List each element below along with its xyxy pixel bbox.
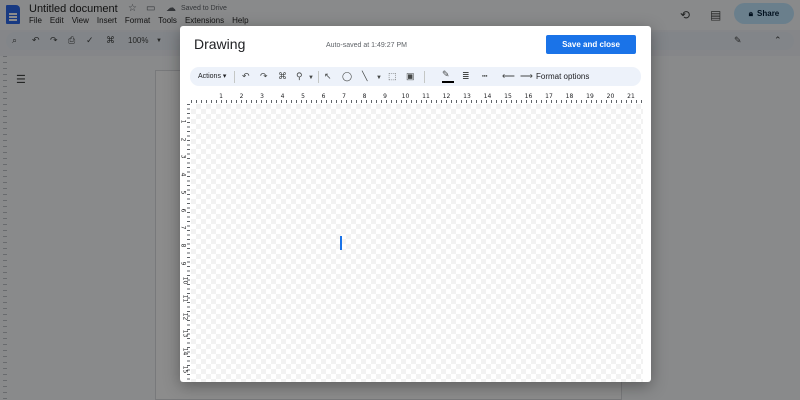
- ruler-number: 17: [545, 93, 553, 100]
- ruler-number: 13: [181, 330, 189, 338]
- ruler-number: 7: [180, 225, 187, 230]
- toolbar-divider: [318, 71, 319, 83]
- save-and-close-button[interactable]: Save and close: [546, 35, 636, 54]
- ruler-ticks: [187, 104, 190, 382]
- line-start-icon[interactable]: ⟵: [502, 71, 515, 82]
- ruler-number: 6: [321, 93, 326, 100]
- ruler-ticks: [191, 100, 643, 103]
- actions-label: Actions: [198, 73, 221, 80]
- ruler-number: 10: [181, 276, 189, 285]
- pen-icon[interactable]: ✎: [442, 69, 450, 80]
- actions-menu[interactable]: Actions ▾: [198, 72, 226, 80]
- drawing-canvas[interactable]: [191, 104, 643, 382]
- pen-color-indicator: [442, 81, 454, 83]
- ruler-number: 21: [627, 93, 635, 100]
- ruler-number: 2: [180, 137, 187, 142]
- format-options-button[interactable]: Format options: [536, 72, 589, 81]
- vertical-ruler: 1 2 3 4 5 6 7 8 9 10 11 12 13 14 15: [180, 104, 190, 382]
- line-weight-icon[interactable]: ≣: [462, 71, 470, 82]
- ruler-number: 11: [181, 294, 189, 303]
- ruler-number: 9: [180, 261, 187, 266]
- shape-icon[interactable]: ◯: [342, 71, 352, 82]
- zoom-dropdown-icon[interactable]: ▼: [308, 73, 314, 84]
- ruler-number: 10: [401, 93, 410, 100]
- ruler-number: 11: [422, 93, 430, 100]
- text-cursor: [340, 236, 342, 250]
- ruler-number: 1: [180, 119, 187, 124]
- ruler-number: 12: [442, 93, 451, 100]
- ruler-number: 6: [180, 208, 187, 212]
- ruler-number: 8: [362, 93, 367, 100]
- ruler-number: 15: [181, 365, 189, 374]
- ruler-number: 4: [280, 93, 285, 100]
- ruler-number: 8: [180, 243, 187, 248]
- ruler-number: 5: [180, 190, 187, 195]
- toolbar-divider: [234, 71, 235, 83]
- ruler-number: 2: [239, 93, 244, 100]
- drawing-dialog: Drawing Auto-saved at 1:49:27 PM Save an…: [180, 26, 651, 382]
- image-icon[interactable]: ▣: [406, 71, 415, 82]
- ruler-number: 7: [342, 93, 346, 100]
- line-icon[interactable]: ╲: [362, 71, 367, 82]
- ruler-number: 15: [504, 93, 512, 100]
- select-icon[interactable]: ↖: [324, 71, 332, 82]
- line-dropdown-icon[interactable]: ▼: [376, 73, 382, 84]
- ruler-number: 16: [524, 93, 533, 100]
- ruler-number: 14: [483, 93, 492, 100]
- redo-icon[interactable]: ↷: [260, 71, 268, 82]
- ruler-number: 14: [181, 347, 189, 356]
- line-dash-icon[interactable]: ┅: [482, 71, 487, 82]
- ruler-number: 3: [260, 93, 264, 100]
- ruler-number: 18: [565, 93, 574, 100]
- text-box-icon[interactable]: ⬚: [388, 71, 397, 82]
- ruler-number: 1: [219, 93, 223, 100]
- ruler-number: 13: [463, 93, 471, 100]
- ruler-number: 20: [606, 93, 615, 100]
- horizontal-ruler: 1 2 3 4 5 6 7 8 9 10 11 12 13 14 15 16 17 18 19 20 21: [191, 93, 643, 103]
- ruler-number: 12: [181, 312, 189, 321]
- paint-format-icon[interactable]: ⌘: [278, 71, 287, 82]
- zoom-icon[interactable]: ⚲: [296, 71, 303, 82]
- line-end-icon[interactable]: ⟶: [520, 71, 533, 82]
- ruler-number: 19: [586, 93, 594, 100]
- dialog-title: Drawing: [194, 36, 246, 52]
- undo-icon[interactable]: ↶: [242, 71, 250, 82]
- ruler-number: 4: [180, 172, 187, 177]
- ruler-number: 3: [180, 154, 187, 159]
- ruler-number: 9: [383, 93, 387, 100]
- ruler-number: 5: [301, 93, 305, 100]
- drawing-toolbar: Actions ▾ ↶ ↷ ⌘ ⚲ ▼ ↖ ◯ ╲ ▼ ⬚ ▣ ✎ ≣ ┅ ⟵ …: [190, 67, 641, 86]
- toolbar-divider: [424, 71, 425, 83]
- autosave-status: Auto-saved at 1:49:27 PM: [326, 42, 407, 49]
